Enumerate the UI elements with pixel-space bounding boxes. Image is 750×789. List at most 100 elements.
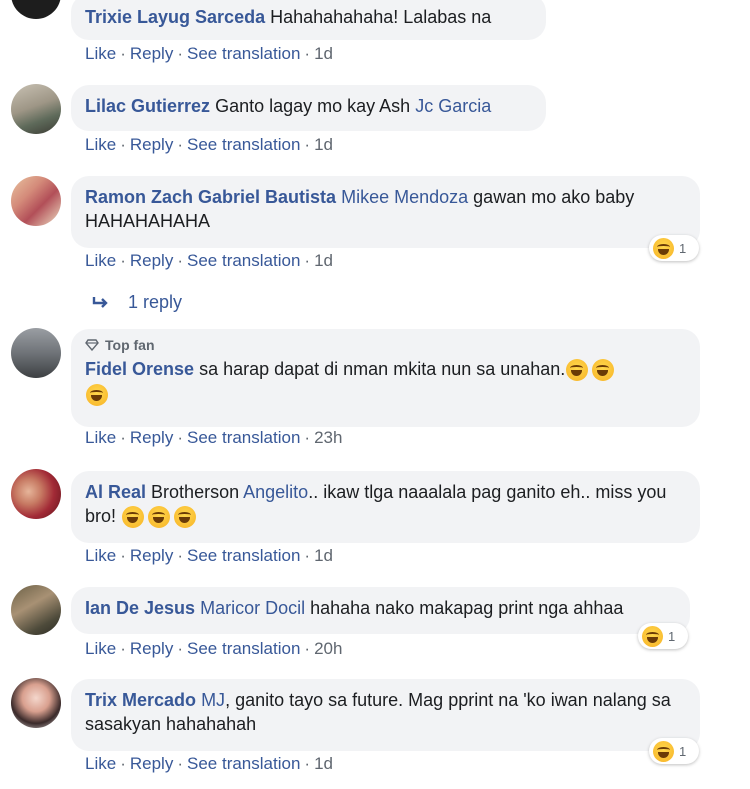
- avatar[interactable]: [11, 585, 61, 635]
- comment-author[interactable]: Lilac Gutierrez: [85, 96, 210, 116]
- separator: ·: [177, 639, 183, 658]
- mention-link[interactable]: MJ: [201, 690, 225, 710]
- reaction-count: 1: [679, 240, 687, 256]
- comment-bubble: Trixie Layug Sarceda Hahahahahaha! Lalab…: [71, 0, 546, 40]
- like-link[interactable]: Like: [85, 639, 116, 658]
- comment-text-prefix: Brotherson: [151, 482, 240, 502]
- laughing-emoji-icon: [642, 625, 663, 647]
- separator: ·: [120, 135, 126, 154]
- mention-link[interactable]: Jc Garcia: [415, 96, 491, 116]
- top-fan-diamond-icon: [85, 339, 99, 351]
- top-fan-badge: Top fan: [85, 335, 686, 355]
- reply-link[interactable]: Reply: [130, 44, 173, 63]
- timestamp[interactable]: 20h: [314, 639, 342, 658]
- comment-actions: Like · Reply · See translation · 1d: [85, 44, 333, 64]
- comment-actions: Like · Reply · See translation · 1d: [85, 251, 333, 271]
- mention-link[interactable]: Mikee Mendoza: [341, 187, 468, 207]
- laughing-emoji-icon: [122, 506, 145, 529]
- comment-body: Fidel Orense sa harap dapat di nman mkit…: [85, 357, 686, 406]
- mention-link[interactable]: Angelito: [243, 482, 308, 502]
- avatar[interactable]: [11, 176, 61, 226]
- comment-actions: Like · Reply · See translation · 1d: [85, 754, 333, 774]
- like-link[interactable]: Like: [85, 428, 116, 447]
- separator: ·: [177, 754, 183, 773]
- comment-bubble: Top fan Fidel Orense sa harap dapat di n…: [71, 329, 700, 427]
- comment-author[interactable]: Trix Mercado: [85, 690, 196, 710]
- timestamp[interactable]: 23h: [314, 428, 342, 447]
- comment-actions: Like · Reply · See translation · 1d: [85, 135, 333, 155]
- separator: ·: [120, 251, 126, 270]
- see-translation-link[interactable]: See translation: [187, 754, 300, 773]
- timestamp[interactable]: 1d: [314, 44, 333, 63]
- comment-author[interactable]: Ramon Zach Gabriel Bautista: [85, 187, 336, 207]
- avatar[interactable]: [11, 469, 61, 519]
- reply-link[interactable]: Reply: [130, 428, 173, 447]
- separator: ·: [177, 251, 183, 270]
- avatar[interactable]: [11, 84, 61, 134]
- reaction-summary[interactable]: 1: [649, 235, 699, 261]
- see-translation-link[interactable]: See translation: [187, 428, 300, 447]
- comment-text: Ganto lagay mo kay Ash: [215, 96, 411, 116]
- view-replies-link[interactable]: 1 reply: [92, 292, 182, 313]
- like-link[interactable]: Like: [85, 135, 116, 154]
- like-link[interactable]: Like: [85, 251, 116, 270]
- avatar[interactable]: [11, 0, 61, 19]
- separator: ·: [304, 251, 311, 270]
- see-translation-link[interactable]: See translation: [187, 546, 300, 565]
- comment-author[interactable]: Ian De Jesus: [85, 598, 195, 618]
- timestamp[interactable]: 1d: [314, 546, 333, 565]
- laughing-emoji-icon: [592, 359, 615, 382]
- top-fan-label: Top fan: [105, 337, 155, 353]
- comment-bubble: Ramon Zach Gabriel Bautista Mikee Mendoz…: [71, 176, 700, 248]
- comment-actions: Like · Reply · See translation · 1d: [85, 546, 333, 566]
- avatar[interactable]: [11, 328, 61, 378]
- reply-link[interactable]: Reply: [130, 135, 173, 154]
- comment-author[interactable]: Trixie Layug Sarceda: [85, 7, 265, 27]
- timestamp[interactable]: 1d: [314, 135, 333, 154]
- comment-actions: Like · Reply · See translation · 23h: [85, 428, 342, 448]
- reply-link[interactable]: Reply: [130, 754, 173, 773]
- see-translation-link[interactable]: See translation: [187, 251, 300, 270]
- see-translation-link[interactable]: See translation: [187, 135, 300, 154]
- reaction-summary[interactable]: 1: [649, 738, 699, 764]
- laughing-emoji-icon: [653, 237, 674, 259]
- laughing-emoji-icon: [174, 506, 197, 529]
- see-translation-link[interactable]: See translation: [187, 639, 300, 658]
- timestamp[interactable]: 1d: [314, 754, 333, 773]
- comment-text: sa harap dapat di nman mkita nun sa unah…: [199, 359, 566, 379]
- comment-bubble: Lilac Gutierrez Ganto lagay mo kay Ash J…: [71, 85, 546, 131]
- separator: ·: [120, 754, 126, 773]
- laughing-emoji-icon: [148, 506, 171, 529]
- reaction-summary[interactable]: 1: [638, 623, 688, 649]
- like-link[interactable]: Like: [85, 754, 116, 773]
- timestamp[interactable]: 1d: [314, 251, 333, 270]
- comment-actions: Like · Reply · See translation · 20h: [85, 639, 342, 659]
- separator: ·: [304, 639, 311, 658]
- reaction-count: 1: [679, 743, 687, 759]
- comment-bubble: Trix Mercado MJ, ganito tayo sa future. …: [71, 679, 700, 751]
- separator: ·: [304, 754, 311, 773]
- separator: ·: [177, 546, 183, 565]
- separator: ·: [177, 428, 183, 447]
- reaction-count: 1: [668, 628, 676, 644]
- reply-link[interactable]: Reply: [130, 251, 173, 270]
- avatar[interactable]: [11, 678, 61, 728]
- separator: ·: [120, 639, 126, 658]
- reply-link[interactable]: Reply: [130, 639, 173, 658]
- comment-text: Hahahahahaha! Lalabas na: [270, 7, 492, 27]
- laughing-emoji-icon: [566, 359, 589, 382]
- separator: ·: [304, 428, 311, 447]
- separator: ·: [120, 428, 126, 447]
- like-link[interactable]: Like: [85, 44, 116, 63]
- mention-link[interactable]: Maricor Docil: [200, 598, 305, 618]
- separator: ·: [177, 135, 183, 154]
- separator: ·: [304, 44, 311, 63]
- see-translation-link[interactable]: See translation: [187, 44, 300, 63]
- comment-author[interactable]: Fidel Orense: [85, 359, 194, 379]
- comment-author[interactable]: Al Real: [85, 482, 146, 502]
- reply-count-label[interactable]: 1 reply: [128, 292, 182, 312]
- comment-bubble: Al Real Brotherson Angelito.. ikaw tlga …: [71, 471, 700, 543]
- reply-link[interactable]: Reply: [130, 546, 173, 565]
- reply-arrow-icon: [92, 297, 108, 308]
- like-link[interactable]: Like: [85, 546, 116, 565]
